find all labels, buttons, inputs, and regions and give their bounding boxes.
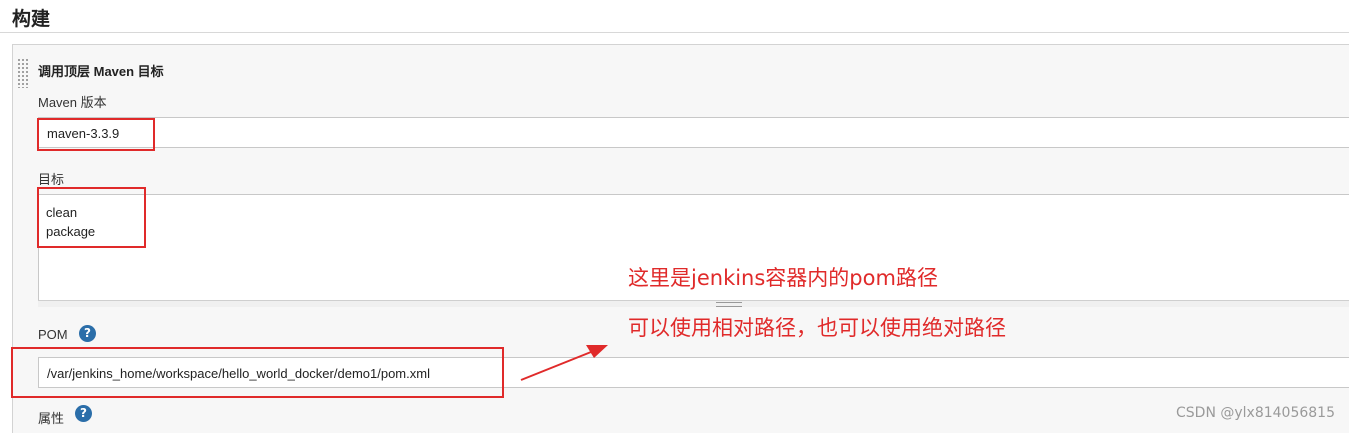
annotation-line-2: 可以使用相对路径，也可以使用绝对路径 bbox=[628, 316, 1006, 340]
annotation-line-1: 这里是jenkins容器内的pom路径 bbox=[628, 266, 938, 290]
watermark: CSDN @ylx814056815 bbox=[1176, 405, 1335, 421]
annotation-arrow-icon bbox=[520, 345, 608, 381]
